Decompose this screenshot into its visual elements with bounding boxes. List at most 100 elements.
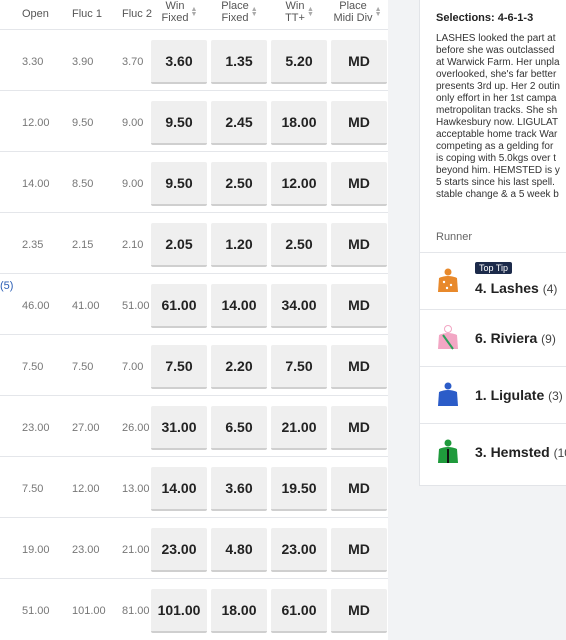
place-fixed-button[interactable]: 3.60 (211, 467, 267, 511)
win-tt-button[interactable]: 23.00 (271, 528, 327, 572)
win-fixed-button[interactable]: 9.50 (151, 162, 207, 206)
fluc2-price: 13.00 (122, 483, 150, 495)
place-fixed-button[interactable]: 18.00 (211, 589, 267, 633)
win-fixed-button[interactable]: 31.00 (151, 406, 207, 450)
win-fixed-button[interactable]: 61.00 (151, 284, 207, 328)
open-price: 14.00 (22, 178, 50, 190)
place-midi-button[interactable]: MD (331, 589, 387, 633)
place-midi-header[interactable]: Place Midi Div ▲ ▼ (324, 0, 388, 28)
win-tt-button[interactable]: 18.00 (271, 101, 327, 145)
runner-header: Runner (436, 231, 473, 243)
win-tt-header[interactable]: Win TT+ ▲ ▼ (266, 0, 332, 28)
place-midi-button[interactable]: MD (331, 467, 387, 511)
fluc2-price: 51.00 (122, 300, 150, 312)
runner-barrier: (9) (541, 332, 556, 346)
table-row: 12.00 9.50 9.00 9.50 2.45 18.00 MD (0, 90, 388, 151)
fluc1-price: 8.50 (72, 178, 94, 190)
win-tt-button[interactable]: 19.50 (271, 467, 327, 511)
place-midi-button[interactable]: MD (331, 284, 387, 328)
fluc1-price: 12.00 (72, 483, 100, 495)
win-tt-button[interactable]: 61.00 (271, 589, 327, 633)
runner-item[interactable]: 6. Riviera (9) (420, 309, 566, 365)
place-fixed-button[interactable]: 1.35 (211, 40, 267, 84)
comment-line: before she was outclassed (436, 45, 555, 56)
place-midi-button[interactable]: MD (331, 406, 387, 450)
odds-table: Open Fluc 1 Fluc 2 Win Fixed ▲ ▼ Place Fixe… (0, 0, 388, 640)
runner-name: 3. Hemsted (10) (475, 444, 566, 460)
win-tt-button[interactable]: 21.00 (271, 406, 327, 450)
sort-icon: ▲ ▼ (374, 6, 382, 18)
table-row: 7.50 12.00 13.00 14.00 3.60 19.50 MD (0, 456, 388, 517)
runner-barrier: (4) (542, 282, 558, 296)
selections-title: Selections: 4-6-1-3 (436, 12, 534, 24)
place-fixed-button[interactable]: 6.50 (211, 406, 267, 450)
open-price: 2.35 (22, 239, 44, 251)
win-fixed-button[interactable]: 2.05 (151, 223, 207, 267)
win-fixed-header[interactable]: Win Fixed ▲ ▼ (146, 0, 212, 28)
tip-comment: LASHES looked the part at before she was… (436, 33, 566, 201)
fluc1-price: 101.00 (72, 605, 106, 617)
fluc1-price: 9.50 (72, 117, 94, 129)
win-fixed-button[interactable]: 23.00 (151, 528, 207, 572)
win-fixed-header-line2: Fixed (161, 12, 189, 24)
place-fixed-header-line2: Fixed (221, 12, 249, 24)
win-tt-button[interactable]: 2.50 (271, 223, 327, 267)
runner-item[interactable]: Top Tip 4. Lashes (4) (420, 252, 566, 308)
fluc2-price: 81.00 (122, 605, 150, 617)
comment-line: acceptable home track War (436, 129, 558, 140)
runner-barrier-label: (5) (0, 280, 14, 292)
table-row: 23.00 27.00 26.00 31.00 6.50 21.00 MD (0, 395, 388, 456)
table-row: (5) 46.00 41.00 51.00 61.00 14.00 34.00 … (0, 273, 388, 334)
place-fixed-button[interactable]: 4.80 (211, 528, 267, 572)
comment-line: is coping with 5.0kgs over t (436, 153, 557, 164)
runner-barrier: (10) (553, 446, 566, 460)
place-fixed-button[interactable]: 2.45 (211, 101, 267, 145)
place-fixed-button[interactable]: 2.20 (211, 345, 267, 389)
win-fixed-button[interactable]: 101.00 (151, 589, 207, 633)
win-tt-button[interactable]: 12.00 (271, 162, 327, 206)
comment-line: competing as a gelding for (436, 141, 554, 152)
runner-item[interactable]: 1. Ligulate (3) (420, 366, 566, 422)
runner-name-text: 6. Riviera (475, 330, 538, 346)
open-price: 7.50 (22, 483, 44, 495)
runner-name-text: 4. Lashes (475, 280, 539, 296)
open-price: 12.00 (22, 117, 50, 129)
place-midi-button[interactable]: MD (331, 40, 387, 84)
place-midi-button[interactable]: MD (331, 345, 387, 389)
comment-line: overlooked, she's far better (436, 69, 557, 80)
win-fixed-button[interactable]: 14.00 (151, 467, 207, 511)
place-midi-button[interactable]: MD (331, 162, 387, 206)
win-tt-button[interactable]: 7.50 (271, 345, 327, 389)
place-fixed-button[interactable]: 1.20 (211, 223, 267, 267)
table-row: 51.00 101.00 81.00 101.00 18.00 61.00 MD (0, 578, 388, 639)
runner-item[interactable]: 3. Hemsted (10) (420, 423, 566, 479)
comment-line: Hawkesbury now. LIGULAT (436, 117, 559, 128)
jockey-silk-icon (438, 382, 458, 406)
jockey-silk-icon (438, 325, 458, 350)
fluc1-price: 41.00 (72, 300, 100, 312)
win-tt-header-line1: Win (285, 0, 305, 12)
fluc2-price: 7.00 (122, 361, 144, 373)
comment-line: stable change & a 5 week b (436, 189, 559, 200)
open-price: 46.00 (22, 300, 50, 312)
tips-panel: Selections: 4-6-1-3 LASHES looked the pa… (419, 0, 566, 486)
table-row: 3.30 3.90 3.70 3.60 1.35 5.20 MD (0, 29, 388, 90)
place-fixed-button[interactable]: 14.00 (211, 284, 267, 328)
win-tt-button[interactable]: 34.00 (271, 284, 327, 328)
win-fixed-button[interactable]: 3.60 (151, 40, 207, 84)
fluc1-price: 2.15 (72, 239, 94, 251)
place-fixed-button[interactable]: 2.50 (211, 162, 267, 206)
top-tip-badge: Top Tip (475, 262, 513, 274)
sort-icon: ▲ ▼ (190, 6, 198, 18)
win-fixed-button[interactable]: 9.50 (151, 101, 207, 145)
fluc1-price: 27.00 (72, 422, 100, 434)
table-row: 19.00 23.00 21.00 23.00 4.80 23.00 MD (0, 517, 388, 578)
place-midi-button[interactable]: MD (331, 223, 387, 267)
place-midi-button[interactable]: MD (331, 101, 387, 145)
comment-line: beyond him. HEMSTED is y (436, 165, 560, 176)
place-fixed-header[interactable]: Place Fixed ▲ ▼ (206, 0, 272, 28)
win-tt-button[interactable]: 5.20 (271, 40, 327, 84)
win-fixed-button[interactable]: 7.50 (151, 345, 207, 389)
place-midi-button[interactable]: MD (331, 528, 387, 572)
fluc1-price: 23.00 (72, 544, 100, 556)
